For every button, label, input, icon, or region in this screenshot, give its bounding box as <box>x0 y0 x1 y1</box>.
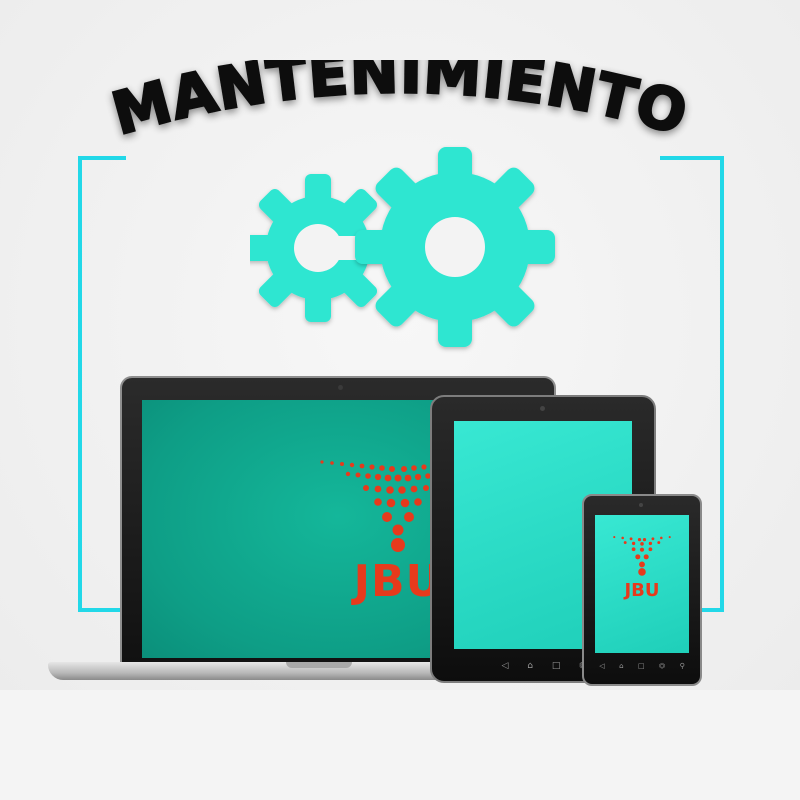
laptop-notch <box>286 662 352 668</box>
jbu-logo-small: JBU <box>607 535 677 625</box>
logo-text: JBU <box>624 580 660 601</box>
search-icon[interactable]: ⚲ <box>680 662 685 670</box>
back-icon[interactable]: ◁ <box>501 661 508 671</box>
laptop-camera <box>338 385 343 390</box>
phone-nav-bar: ◁ ⌂ □ ⏣ ⚲ <box>592 660 692 672</box>
menu-icon[interactable]: ⏣ <box>659 662 665 670</box>
tablet-camera <box>540 406 545 411</box>
logo-dots-icon <box>613 536 671 576</box>
phone-screen: JBU <box>595 515 689 653</box>
home-icon[interactable]: ⌂ <box>527 661 533 671</box>
gears-icon <box>250 147 555 347</box>
recent-apps-icon[interactable]: □ <box>552 661 561 671</box>
recent-apps-icon[interactable]: □ <box>638 662 645 670</box>
svg-text:MANTENIMIENTO: MANTENIMIENTO <box>105 60 695 148</box>
home-icon[interactable]: ⌂ <box>619 662 623 670</box>
back-icon[interactable]: ◁ <box>599 662 604 670</box>
phone-camera <box>639 503 643 507</box>
phone-device: JBU ◁ ⌂ □ ⏣ ⚲ <box>582 494 702 686</box>
